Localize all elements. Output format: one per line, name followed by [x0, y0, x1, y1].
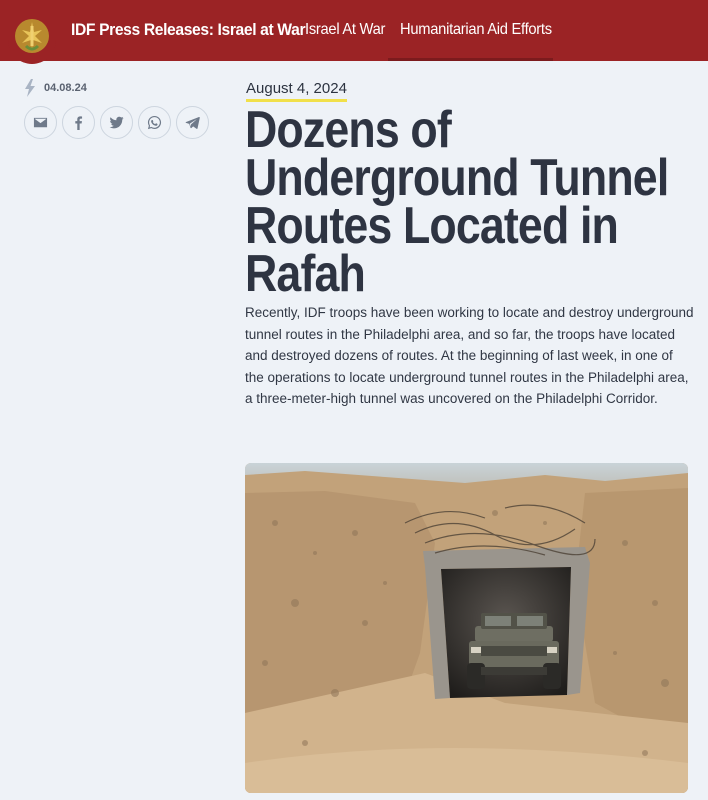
- twitter-icon: [109, 116, 124, 129]
- share-facebook-button[interactable]: [62, 106, 95, 139]
- article-body: Recently, IDF troops have been working t…: [245, 305, 694, 406]
- nav-israel-at-war[interactable]: Israel At War: [305, 21, 385, 39]
- article-photo: [245, 463, 688, 793]
- email-icon: [33, 117, 48, 128]
- share-whatsapp-button[interactable]: [138, 106, 171, 139]
- share-telegram-button[interactable]: [176, 106, 209, 139]
- share-email-button[interactable]: [24, 106, 57, 139]
- flash-icon: [25, 79, 35, 97]
- article-title: Dozens of Underground Tunnel Routes Loca…: [245, 101, 669, 303]
- idf-emblem-icon: [15, 19, 49, 53]
- share-buttons: [24, 106, 209, 139]
- nav-humanitarian-aid[interactable]: Humanitarian Aid Efforts: [400, 21, 552, 39]
- tunnel-photo-illustration: [245, 463, 688, 793]
- site-title-link[interactable]: IDF Press Releases: Israel at War: [71, 20, 306, 40]
- nav-active-indicator: [388, 58, 553, 61]
- site-header: IDF Press Releases: Israel at War Israel…: [0, 0, 708, 64]
- article-date: August 4, 2024: [246, 80, 347, 102]
- date-short: 04.08.24: [44, 82, 87, 94]
- facebook-icon: [75, 116, 83, 130]
- idf-logo[interactable]: [8, 8, 56, 64]
- share-twitter-button[interactable]: [100, 106, 133, 139]
- telegram-icon: [185, 117, 200, 129]
- whatsapp-icon: [147, 115, 162, 130]
